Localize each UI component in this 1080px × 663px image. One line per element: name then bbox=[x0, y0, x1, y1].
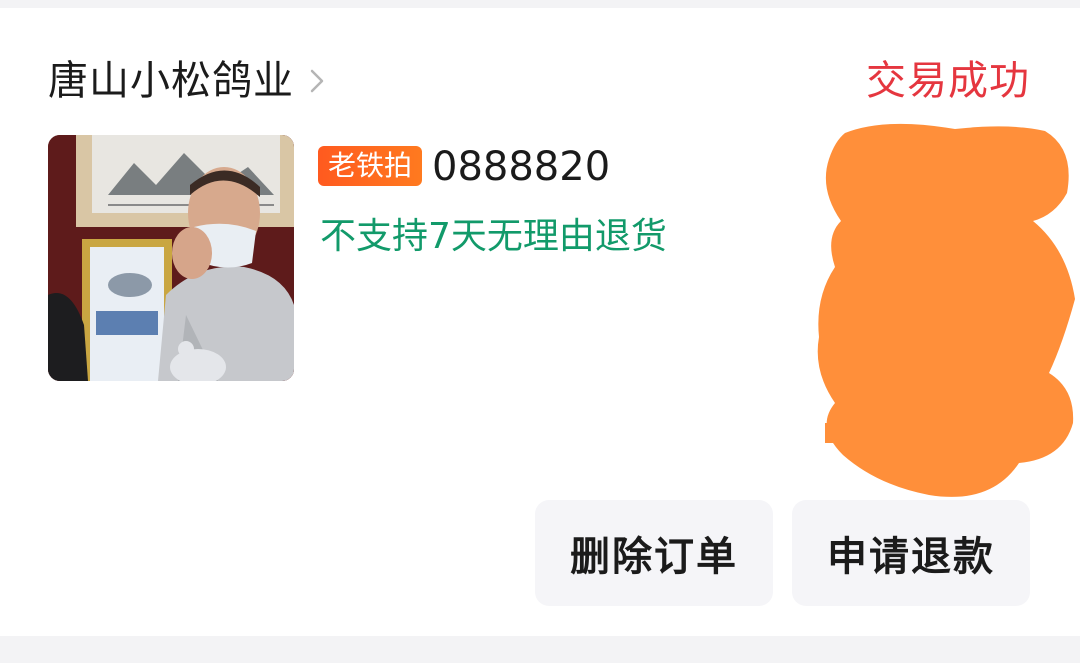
top-separator bbox=[0, 0, 1080, 8]
auction-tag: 老铁拍 bbox=[318, 146, 423, 186]
product-title[interactable]: 0888820 bbox=[432, 142, 610, 192]
product-thumbnail[interactable] bbox=[48, 135, 294, 381]
request-refund-button[interactable]: 申请退款 bbox=[792, 500, 1030, 606]
shop-name: 唐山小松鸽业 bbox=[48, 58, 294, 104]
redaction-blob bbox=[805, 123, 1080, 503]
order-status: 交易成功 bbox=[866, 58, 1030, 104]
order-card: 唐山小松鸽业 交易成功 老铁拍 0888820 不支持7天无理由退货 删除订单 … bbox=[0, 8, 1080, 636]
delete-order-button[interactable]: 删除订单 bbox=[535, 500, 773, 606]
shop-header[interactable]: 唐山小松鸽业 bbox=[48, 53, 326, 109]
chevron-right-icon bbox=[308, 67, 326, 95]
return-policy-text: 不支持7天无理由退货 bbox=[320, 216, 667, 257]
